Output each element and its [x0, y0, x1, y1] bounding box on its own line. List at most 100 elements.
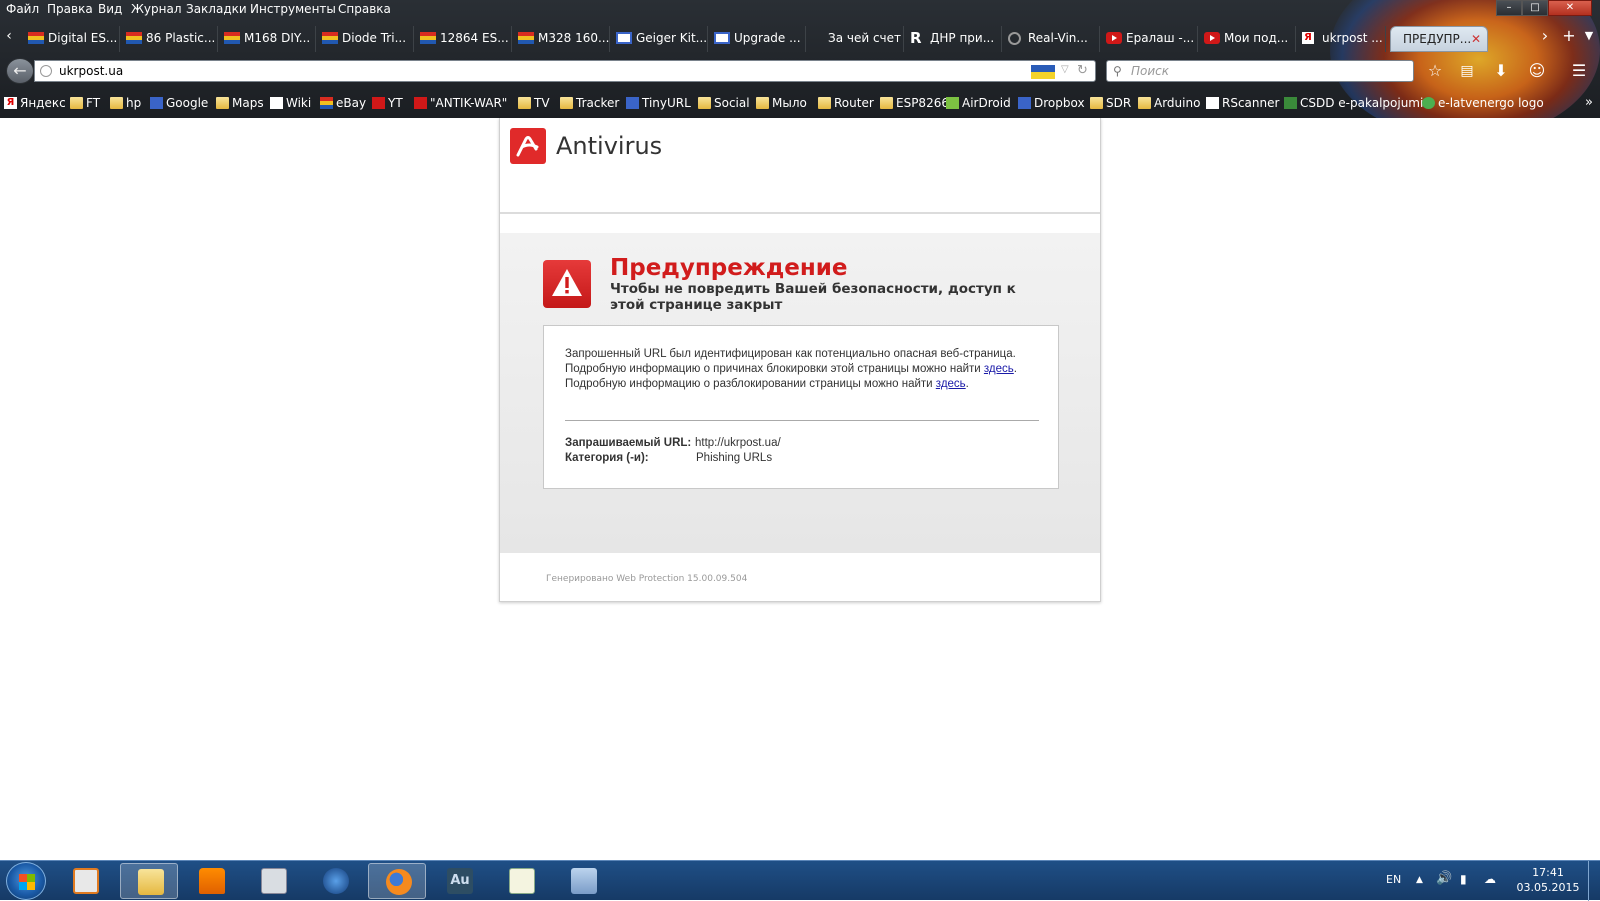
bookmark-ebay[interactable]: eBay	[320, 96, 366, 110]
bookmark-rscanner[interactable]: RScanner	[1206, 96, 1279, 110]
bookmark-wiki[interactable]: Wiki	[270, 96, 311, 110]
requested-url-label: Запрашиваемый URL:	[565, 437, 692, 449]
reload-icon[interactable]: ↻	[1077, 63, 1088, 78]
network-tray-icon[interactable]: ☁	[1484, 872, 1496, 886]
taskbar-notepad[interactable]	[492, 863, 550, 899]
language-indicator[interactable]: EN	[1386, 873, 1401, 886]
signal-icon[interactable]: ▮	[1460, 872, 1467, 886]
taskbar-audition[interactable]: Au	[430, 863, 488, 899]
tab-scroll-left-icon[interactable]: ‹	[0, 25, 18, 47]
tab-active[interactable]: ПРЕДУПР... ✕	[1390, 26, 1488, 52]
smiley-icon[interactable]: ☺	[1526, 60, 1548, 82]
hamburger-menu-icon[interactable]: ☰	[1568, 60, 1590, 82]
bookmarks-menu-icon[interactable]: ▤	[1456, 60, 1478, 82]
menu-tools[interactable]: Инструменты	[250, 2, 336, 16]
taskbar-media-player[interactable]	[56, 863, 114, 899]
menu-view[interactable]: Вид	[98, 2, 122, 16]
tab-scroll-right-icon[interactable]: ›	[1534, 25, 1556, 47]
tab-list-icon[interactable]: ▼	[1578, 25, 1600, 47]
taskbar-firefox[interactable]	[368, 863, 426, 899]
bookmark-ft[interactable]: FT	[70, 96, 100, 110]
taskbar-globe[interactable]	[306, 863, 364, 899]
bookmarks-overflow-icon[interactable]: »	[1578, 92, 1600, 114]
bookmark-yt[interactable]: YT	[372, 96, 403, 110]
show-desktop-button[interactable]	[1588, 861, 1600, 901]
tab[interactable]: 12864 ES...	[414, 26, 512, 52]
bookmark-yandex[interactable]: Я Яндекс	[4, 96, 66, 110]
tab[interactable]: За чей счет э...	[806, 26, 904, 52]
site-identity-icon[interactable]	[40, 65, 52, 77]
bookmark-latvenergo[interactable]: e-latvenergo logo	[1422, 96, 1544, 110]
menu-history[interactable]: Журнал	[131, 2, 182, 16]
block-reason-link[interactable]: здесь	[984, 363, 1014, 375]
tab[interactable]: Мои под...	[1198, 26, 1296, 52]
tab[interactable]: 86 Plastic...	[120, 26, 218, 52]
bookmark-dropbox[interactable]: Dropbox	[1018, 96, 1085, 110]
tab[interactable]: Яukrpost ...	[1296, 26, 1386, 52]
bookmark-sdr[interactable]: SDR	[1090, 96, 1131, 110]
system-clock[interactable]: 17:41 03.05.2015	[1508, 865, 1588, 895]
bookmark-label: AirDroid	[962, 96, 1011, 110]
bookmark-tracker[interactable]: Tracker	[560, 96, 619, 110]
back-button[interactable]: ←	[6, 58, 34, 84]
start-button-icon[interactable]	[6, 862, 46, 900]
bookmark-arduino[interactable]: Arduino	[1138, 96, 1200, 110]
globe-icon	[323, 868, 349, 894]
bookmark-label: Dropbox	[1034, 96, 1085, 110]
avira-logo-icon	[510, 128, 546, 164]
taskbar-explorer[interactable]	[120, 863, 178, 899]
bookmark-label: CSDD e-pakalpojumi	[1300, 96, 1424, 110]
taskbar-network[interactable]	[554, 863, 612, 899]
tab[interactable]: M168 DIY...	[218, 26, 316, 52]
bookmark-antik-war[interactable]: "ANTIK-WAR"	[414, 96, 507, 110]
wikipedia-icon	[270, 97, 283, 109]
bookmark-social[interactable]: Social	[698, 96, 750, 110]
minimize-button[interactable]: –	[1496, 0, 1522, 16]
tab-label: Мои под...	[1224, 31, 1289, 45]
bookmark-esp8266[interactable]: ESP8266	[880, 96, 949, 110]
search-box[interactable]: ⚲ Поиск	[1106, 60, 1414, 82]
menu-file[interactable]: Файл	[6, 2, 39, 16]
tab-label: Digital ES...	[48, 31, 118, 45]
tab[interactable]: Geiger Kit...	[610, 26, 708, 52]
unblock-info-link[interactable]: здесь	[936, 378, 966, 390]
close-tab-icon[interactable]: ✕	[1471, 27, 1481, 51]
bookmark-maps[interactable]: Maps	[216, 96, 264, 110]
bookmark-mylo[interactable]: Мыло	[756, 96, 807, 110]
address-bar[interactable]: ukrpost.ua ▽ ↻	[34, 60, 1096, 82]
bookmark-tinyurl[interactable]: TinyURL	[626, 96, 691, 110]
menu-bookmarks[interactable]: Закладки	[186, 2, 247, 16]
new-tab-icon[interactable]: +	[1558, 25, 1580, 47]
tab[interactable]: Upgrade ...	[708, 26, 806, 52]
dropdown-arrow-icon[interactable]: ▽	[1061, 64, 1069, 75]
menu-edit[interactable]: Правка	[47, 2, 93, 16]
tab[interactable]: Ералаш -...	[1100, 26, 1198, 52]
volume-icon[interactable]: 🔊	[1436, 871, 1452, 886]
bookmark-hp[interactable]: hp	[110, 96, 141, 110]
taskbar-vlc[interactable]	[182, 863, 240, 899]
bookmark-router[interactable]: Router	[818, 96, 874, 110]
audition-icon: Au	[447, 868, 473, 894]
bookmark-star-icon[interactable]: ☆	[1424, 60, 1446, 82]
flag-icon	[28, 32, 44, 44]
bookmark-airdroid[interactable]: AirDroid	[946, 96, 1011, 110]
downloads-icon[interactable]: ⬇	[1490, 60, 1512, 82]
close-window-button[interactable]: ✕	[1548, 0, 1592, 16]
tab[interactable]: Diode Tri...	[316, 26, 414, 52]
explorer-icon	[138, 869, 164, 895]
tab[interactable]: Real-Vin...	[1002, 26, 1100, 52]
search-icon: ⚲	[1113, 64, 1122, 78]
maximize-button[interactable]: □	[1522, 0, 1548, 16]
tray-expand-icon[interactable]: ▲	[1416, 875, 1423, 885]
tab[interactable]: R ДНР при...	[904, 26, 1002, 52]
tab[interactable]: M328 160...	[512, 26, 610, 52]
url-text[interactable]: ukrpost.ua	[59, 64, 123, 78]
menu-help[interactable]: Справка	[338, 2, 391, 16]
taskbar-calculator[interactable]	[244, 863, 302, 899]
vlc-icon	[199, 868, 225, 894]
bookmark-csdd[interactable]: CSDD e-pakalpojumi	[1284, 96, 1423, 110]
tab[interactable]: Digital ES...	[22, 26, 120, 52]
bookmark-google[interactable]: Google	[150, 96, 208, 110]
bookmark-tv[interactable]: TV	[518, 96, 550, 110]
clock-date: 03.05.2015	[1516, 881, 1580, 894]
